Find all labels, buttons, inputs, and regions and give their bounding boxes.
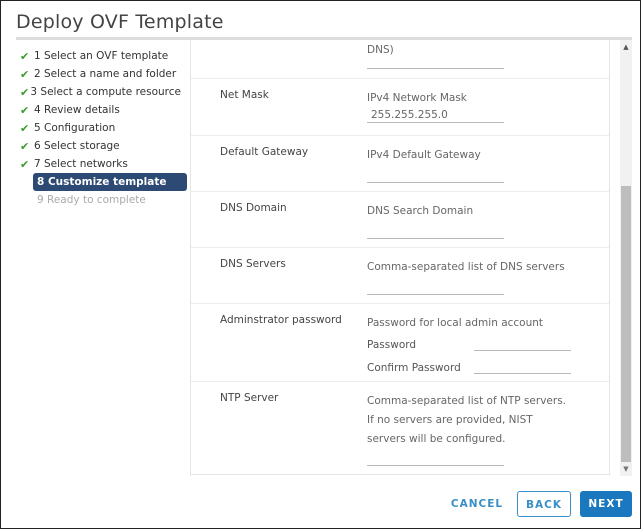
step-label: 3 Select a compute resource — [30, 86, 181, 98]
ip-address-row: IP Address IPv4 address (must have PTR r… — [191, 40, 609, 79]
step-label: 1 Select an OVF template — [34, 50, 169, 62]
step-label: 2 Select a name and folder — [34, 68, 177, 80]
dns-domain-label: DNS Domain — [220, 202, 287, 214]
scroll-up-icon[interactable]: ▲ — [620, 42, 632, 52]
step-label: 9 Ready to complete — [37, 194, 146, 206]
admin-password-label: Adminstrator password — [220, 314, 342, 326]
check-icon: ✔ — [20, 121, 30, 135]
ip-address-input[interactable] — [367, 54, 504, 69]
check-icon: ✔ — [20, 157, 30, 171]
step-2[interactable]: ✔ 2 Select a name and folder — [16, 65, 181, 83]
step-7[interactable]: ✔ 7 Select networks — [16, 155, 181, 173]
form-scrollbar[interactable]: ▲ ▼ — [620, 40, 632, 476]
step-1[interactable]: ✔ 1 Select an OVF template — [16, 47, 181, 65]
cancel-button[interactable]: CANCEL — [447, 491, 507, 517]
ntp-server-desc: Comma-separated list of NTP servers. If … — [367, 395, 566, 445]
step-5[interactable]: ✔ 5 Configuration — [16, 119, 181, 137]
password-input[interactable] — [474, 336, 571, 351]
default-gateway-input[interactable] — [367, 168, 504, 183]
step-label: 8 Customize template — [37, 176, 167, 188]
step-label: 7 Select networks — [34, 158, 128, 170]
step-4[interactable]: ✔ 4 Review details — [16, 101, 181, 119]
check-icon: ✔ — [20, 85, 30, 99]
check-icon: ✔ — [20, 67, 30, 81]
confirm-password-label: Confirm Password — [367, 362, 461, 374]
admin-password-row: Adminstrator password Password for local… — [191, 304, 609, 382]
wizard-steps: ✔ 1 Select an OVF template ✔ 2 Select a na… — [16, 47, 187, 209]
default-gateway-desc: IPv4 Default Gateway — [367, 149, 481, 161]
ntp-server-row: NTP Server Comma-separated list of NTP s… — [191, 382, 609, 474]
net-mask-label: Net Mask — [220, 89, 269, 101]
customize-form: IP Address IPv4 address (must have PTR r… — [191, 40, 610, 475]
step-label: 5 Configuration — [34, 122, 116, 134]
check-icon: ✔ — [20, 103, 30, 117]
net-mask-desc: IPv4 Network Mask — [367, 92, 467, 104]
default-gateway-row: Default Gateway IPv4 Default Gateway — [191, 136, 609, 192]
step-3[interactable]: ✔ 3 Select a compute resource — [16, 83, 181, 101]
next-button[interactable]: NEXT — [580, 491, 632, 517]
check-icon: ✔ — [20, 139, 30, 153]
check-icon: ✔ — [20, 49, 30, 63]
deploy-ovf-dialog: Deploy OVF Template ✔ 1 Select an OVF tem… — [0, 0, 641, 529]
net-mask-row: Net Mask IPv4 Network Mask 255.255.255.0 — [191, 79, 609, 136]
dns-servers-desc: Comma-separated list of DNS servers — [367, 261, 565, 273]
step-8-active[interactable]: 8 Customize template — [33, 173, 187, 191]
step-6[interactable]: ✔ 6 Select storage — [16, 137, 181, 155]
dns-servers-input[interactable] — [367, 280, 504, 295]
confirm-password-input[interactable] — [474, 359, 571, 374]
net-mask-input[interactable]: 255.255.255.0 — [367, 109, 504, 123]
scroll-thumb[interactable] — [621, 186, 631, 462]
step-label: 6 Select storage — [34, 140, 120, 152]
dns-domain-row: DNS Domain DNS Search Domain — [191, 192, 609, 248]
dns-servers-label: DNS Servers — [220, 258, 286, 270]
dns-domain-desc: DNS Search Domain — [367, 205, 474, 217]
back-button[interactable]: BACK — [517, 491, 571, 517]
admin-password-desc: Password for local admin account — [367, 317, 544, 329]
dialog-title: Deploy OVF Template — [16, 11, 224, 33]
dns-domain-input[interactable] — [367, 224, 504, 239]
ntp-server-label: NTP Server — [220, 392, 279, 404]
ntp-server-input[interactable] — [367, 451, 504, 466]
dns-servers-row: DNS Servers Comma-separated list of DNS … — [191, 248, 609, 304]
step-label: 4 Review details — [34, 104, 120, 116]
password-label: Password — [367, 339, 417, 351]
scroll-down-icon[interactable]: ▼ — [620, 464, 632, 474]
step-9: 9 Ready to complete — [16, 191, 181, 209]
default-gateway-label: Default Gateway — [220, 146, 309, 158]
